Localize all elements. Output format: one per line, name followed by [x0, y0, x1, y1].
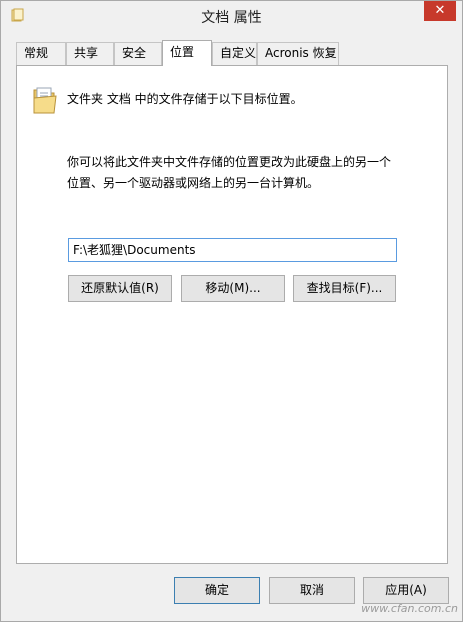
ok-button[interactable]: 确定 — [174, 577, 260, 604]
tab-security[interactable]: 安全 — [114, 42, 162, 65]
find-target-button[interactable]: 查找目标(F)... — [293, 275, 396, 302]
watermark: www.cfan.com.cn — [361, 602, 458, 615]
close-button[interactable]: ✕ — [424, 1, 456, 21]
cancel-button[interactable]: 取消 — [269, 577, 355, 604]
tab-sharing[interactable]: 共享 — [66, 42, 114, 65]
tab-acronis-recovery[interactable]: Acronis 恢复 — [257, 42, 339, 65]
location-panel: 文件夹 文档 中的文件存储于以下目标位置。 你可以将此文件夹中文件存储的位置更改… — [16, 65, 448, 564]
tab-customize[interactable]: 自定义 — [212, 42, 257, 65]
location-info-line-1: 你可以将此文件夹中文件存储的位置更改为此硬盘上的另一个 — [67, 155, 392, 169]
title-bar[interactable]: 文档 属性 ✕ — [1, 1, 462, 31]
location-path-input[interactable]: F:\老狐狸\Documents — [68, 238, 397, 262]
tab-general[interactable]: 常规 — [16, 42, 66, 65]
move-button[interactable]: 移动(M)... — [181, 275, 285, 302]
apply-button[interactable]: 应用(A) — [363, 577, 449, 604]
restore-default-button[interactable]: 还原默认值(R) — [68, 275, 172, 302]
location-description: 文件夹 文档 中的文件存储于以下目标位置。 — [67, 92, 303, 106]
folder-icon — [33, 87, 57, 114]
location-info-line-2: 位置、另一个驱动器或网络上的另一台计算机。 — [67, 176, 320, 190]
properties-window: 文档 属性 ✕ 常规 共享 安全 位置 自定义 Acronis 恢复 文件夹 文… — [0, 0, 463, 622]
window-title: 文档 属性 — [201, 10, 262, 26]
tab-location[interactable]: 位置 — [162, 40, 212, 66]
